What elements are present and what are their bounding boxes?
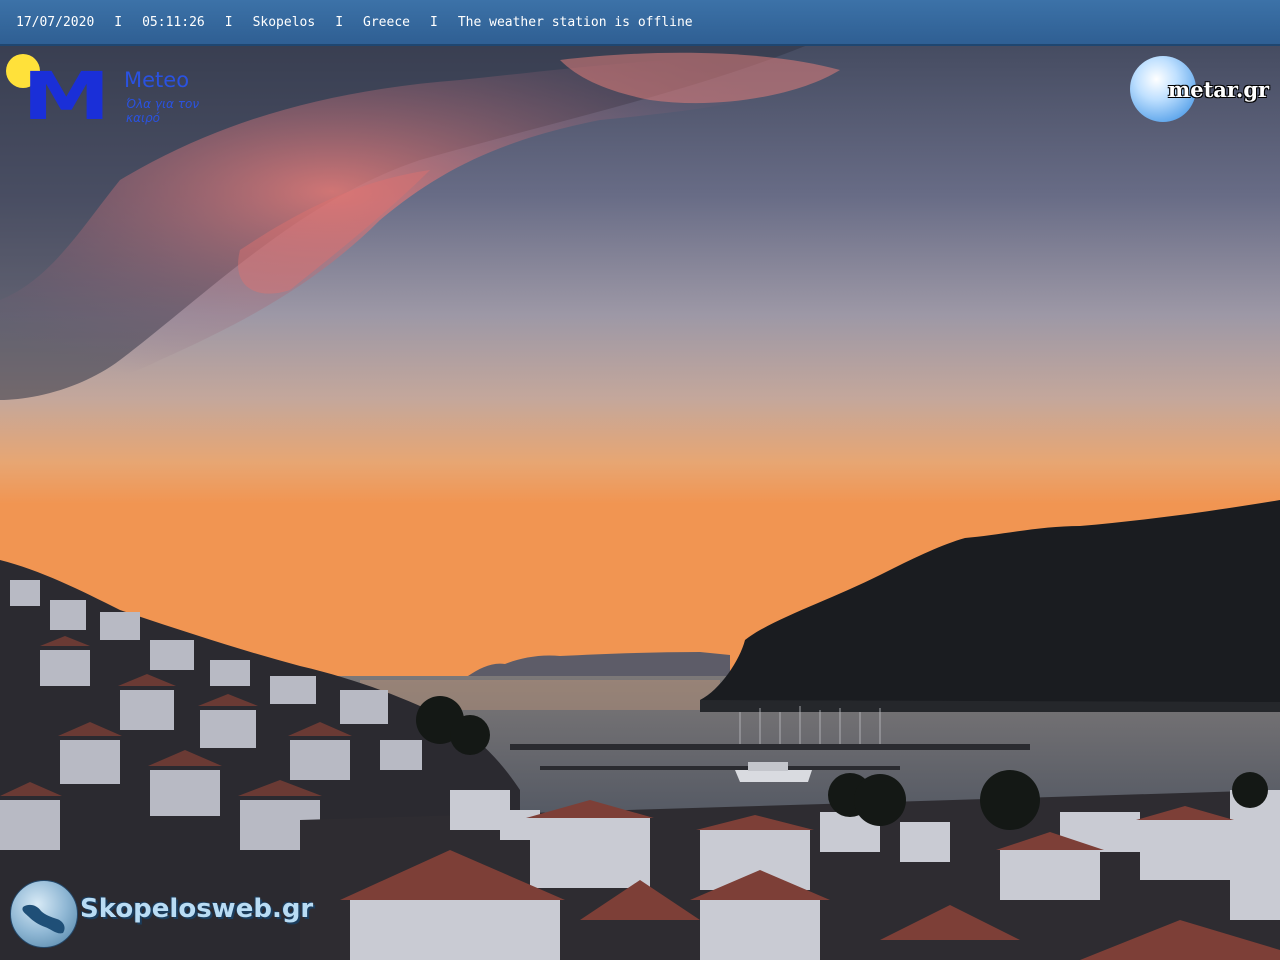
metar-logo[interactable]: metar.gr bbox=[1128, 56, 1274, 126]
island-globe-icon bbox=[10, 880, 78, 948]
metar-logo-text: metar.gr bbox=[1168, 77, 1270, 102]
skopelosweb-logo[interactable]: Skopelosweb.gr bbox=[8, 878, 328, 952]
meteo-mark: M bbox=[22, 58, 111, 135]
status-separator: I bbox=[114, 14, 123, 30]
meteo-tagline: Όλα για τον καιρό bbox=[126, 97, 200, 125]
status-time: 05:11:26 bbox=[142, 14, 205, 30]
status-country: Greece bbox=[363, 14, 410, 30]
status-location: Skopelos bbox=[252, 14, 316, 30]
meteo-title: Meteo bbox=[124, 68, 190, 92]
status-bar: 17/07/2020 I 05:11:26 I Skopelos I Greec… bbox=[0, 0, 1280, 46]
status-separator: I bbox=[224, 14, 233, 30]
meteo-logo[interactable]: M Meteo Όλα για τον καιρό bbox=[6, 54, 206, 135]
status-date: 17/07/2020 bbox=[16, 14, 95, 30]
skopelosweb-logo-text: Skopelosweb.gr bbox=[80, 894, 314, 924]
webcam-image bbox=[0, 0, 1280, 960]
status-separator: I bbox=[429, 14, 438, 30]
station-status: The weather station is offline bbox=[457, 14, 693, 30]
status-separator: I bbox=[335, 14, 344, 30]
